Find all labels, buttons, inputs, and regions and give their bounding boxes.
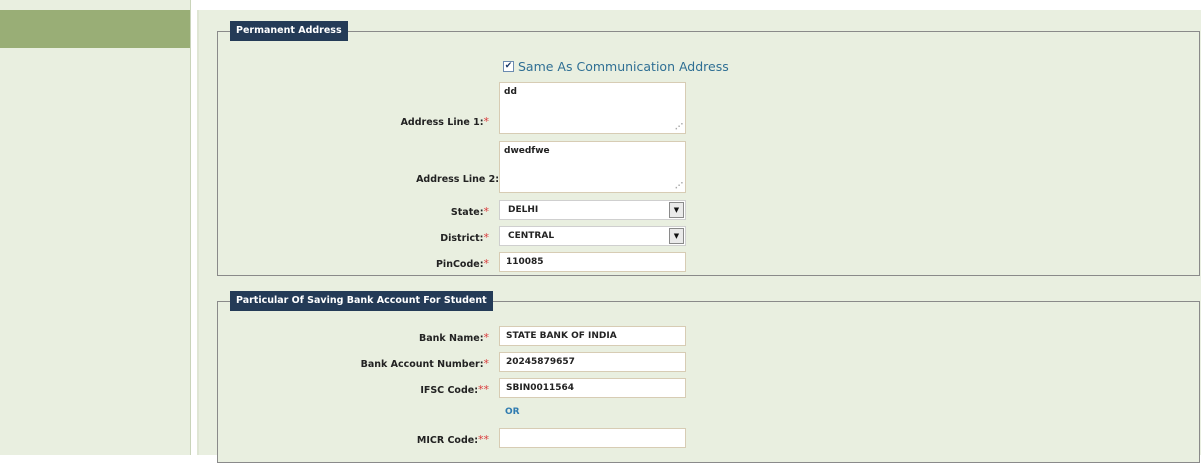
chevron-down-icon[interactable]: ▼ [669, 228, 684, 244]
resize-grip-icon[interactable]: ⋰ [675, 182, 683, 190]
ifsc-code-label: IFSC Code:** [420, 383, 489, 396]
same-as-communication-label[interactable]: Same As Communication Address [518, 59, 729, 74]
district-select[interactable]: CENTRAL ▼ [499, 226, 686, 246]
micr-code-input[interactable] [499, 428, 686, 448]
bank-account-legend: Particular Of Saving Bank Account For St… [230, 291, 493, 311]
left-sidebar [0, 0, 191, 455]
bank-account-number-input[interactable]: 20245879657 [499, 352, 686, 372]
chevron-down-icon[interactable]: ▼ [669, 202, 684, 218]
district-selected-value: CENTRAL [508, 231, 555, 241]
pincode-label: PinCode:* [435, 257, 489, 270]
state-selected-value: DELHI [508, 205, 539, 215]
bank-name-label: Bank Name:* [418, 331, 489, 344]
ifsc-code-input[interactable]: SBIN0011564 [499, 378, 686, 398]
same-as-communication-row[interactable]: ✔ Same As Communication Address [503, 59, 729, 74]
address-line2-label: Address Line 2: [416, 174, 499, 185]
state-label: State:* [450, 205, 489, 218]
address-line2-value: dwedfwe [504, 146, 550, 156]
or-separator: OR [505, 407, 520, 417]
address-line1-textarea[interactable]: dd ⋰ [499, 82, 686, 134]
bank-account-fieldset: Particular Of Saving Bank Account For St… [217, 291, 1200, 463]
address-line1-label: Address Line 1:* [400, 115, 489, 128]
same-as-communication-checkbox[interactable]: ✔ [503, 61, 514, 72]
micr-code-label: MICR Code:** [416, 433, 489, 446]
district-label: District:* [440, 231, 489, 244]
pincode-input[interactable]: 110085 [499, 252, 686, 272]
permanent-address-fieldset: Permanent Address ✔ Same As Communicatio… [217, 21, 1200, 276]
bank-account-number-label: Bank Account Number:* [360, 357, 489, 370]
state-select[interactable]: DELHI ▼ [499, 200, 686, 220]
bank-name-input[interactable]: STATE BANK OF INDIA [499, 326, 686, 346]
left-sidebar-header [0, 10, 190, 48]
resize-grip-icon[interactable]: ⋰ [675, 123, 683, 131]
address-line1-value: dd [504, 87, 517, 97]
permanent-address-legend: Permanent Address [230, 21, 348, 41]
address-line2-textarea[interactable]: dwedfwe ⋰ [499, 141, 686, 193]
form-panel: Permanent Address ✔ Same As Communicatio… [197, 10, 1201, 463]
